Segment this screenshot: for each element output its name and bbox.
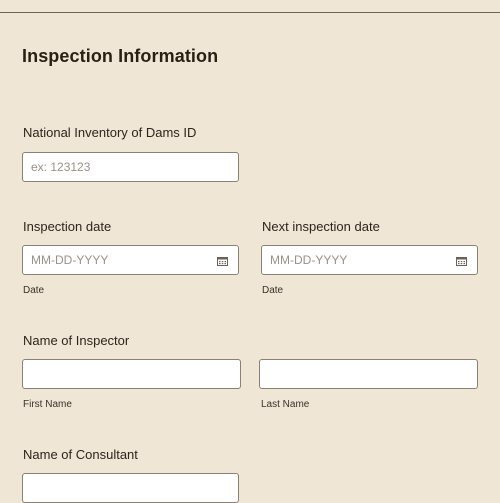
dam-id-label: National Inventory of Dams ID	[23, 125, 197, 140]
first-name-sublabel: First Name	[23, 399, 72, 410]
top-divider	[0, 12, 500, 13]
next-inspection-date-placeholder: MM-DD-YYYY	[270, 253, 348, 267]
consultant-label: Name of Consultant	[23, 447, 138, 462]
inspection-date-sublabel: Date	[23, 285, 45, 296]
next-inspection-date-label: Next inspection date	[262, 219, 380, 234]
inspection-date-placeholder: MM-DD-YYYY	[31, 253, 109, 267]
consultant-input[interactable]	[22, 473, 239, 503]
calendar-icon[interactable]	[456, 255, 467, 266]
section-title: Inspection Information	[22, 46, 219, 66]
calendar-icon[interactable]	[217, 255, 228, 266]
dam-id-placeholder: ex: 123123	[31, 160, 91, 174]
inspector-last-name-input[interactable]	[259, 359, 478, 389]
inspection-date-input[interactable]: MM-DD-YYYY	[22, 245, 239, 275]
inspector-first-name-input[interactable]	[22, 359, 241, 389]
inspector-label: Name of Inspector	[23, 333, 130, 348]
next-inspection-date-sublabel: Date	[262, 285, 284, 296]
inspection-date-label: Inspection date	[23, 219, 112, 234]
last-name-sublabel: Last Name	[261, 399, 310, 410]
next-inspection-date-input[interactable]: MM-DD-YYYY	[261, 245, 478, 275]
dam-id-input[interactable]: ex: 123123	[22, 152, 239, 182]
